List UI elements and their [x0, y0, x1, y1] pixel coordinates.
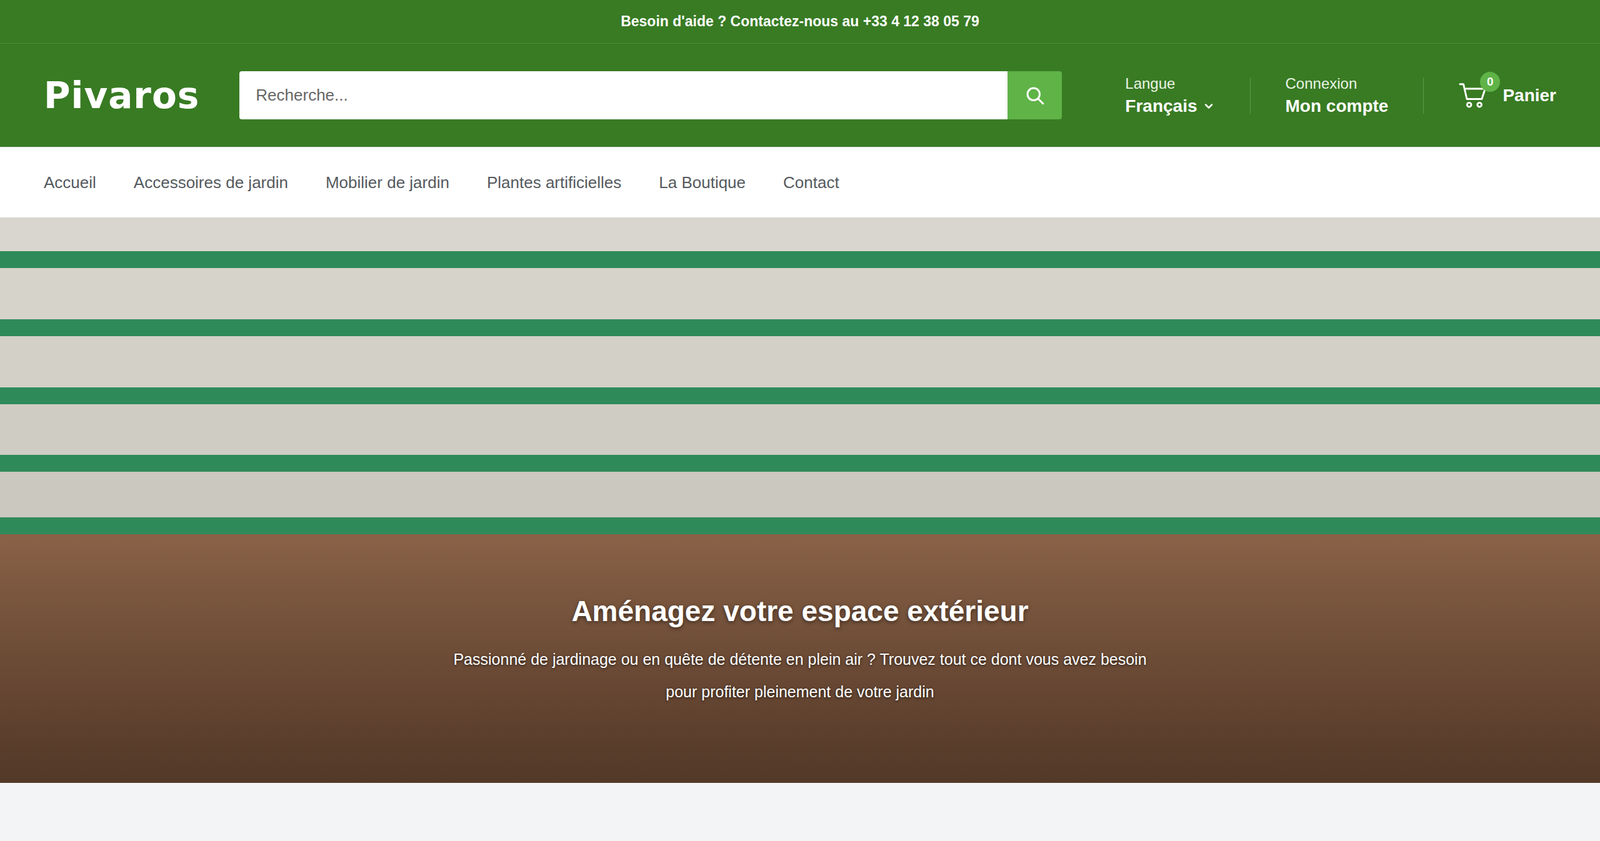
- account-link[interactable]: Connexion Mon compte: [1285, 75, 1389, 117]
- search-button[interactable]: [1007, 71, 1062, 120]
- language-value[interactable]: Français: [1125, 96, 1215, 117]
- search-bar: [239, 71, 1062, 120]
- nav-item[interactable]: Accessoires de jardin: [133, 173, 289, 193]
- logo[interactable]: Pivaros: [43, 74, 200, 117]
- hero-text: Passionné de jardinage ou en quête de dé…: [437, 643, 1163, 709]
- top-bar: Besoin d'aide ? Contactez-nous au +33 4 …: [0, 0, 1600, 44]
- search-icon: [1023, 84, 1047, 107]
- cart-count-badge: 0: [1480, 71, 1500, 92]
- cart-label[interactable]: Panier: [1502, 85, 1557, 106]
- page-background: [0, 783, 1600, 841]
- nav-item[interactable]: La Boutique: [658, 173, 746, 193]
- language-selector[interactable]: Langue Français: [1125, 75, 1215, 117]
- language-label: Langue: [1125, 75, 1215, 93]
- help-text[interactable]: Besoin d'aide ? Contactez-nous au +33 4 …: [620, 13, 980, 30]
- cart-link[interactable]: 0 Panier: [1458, 81, 1557, 110]
- account-label: Connexion: [1285, 75, 1389, 93]
- nav-item[interactable]: Accueil: [43, 173, 97, 193]
- nav-item[interactable]: Mobilier de jardin: [325, 173, 450, 193]
- divider: [1423, 77, 1424, 114]
- nav-item[interactable]: Contact: [783, 173, 840, 193]
- nav-item[interactable]: Plantes artificielles: [486, 173, 622, 193]
- cart-icon-wrap: 0: [1458, 81, 1489, 110]
- main-nav: Accueil Accessoires de jardin Mobilier de …: [0, 146, 1600, 218]
- hero-banner: Aménagez votre espace extérieur Passionné…: [0, 217, 1600, 784]
- search-input[interactable]: [239, 71, 1008, 120]
- page: Besoin d'aide ? Contactez-nous au +33 4 …: [0, 0, 1600, 841]
- hero-content: Aménagez votre espace extérieur Passionné…: [437, 594, 1163, 784]
- divider: [1250, 77, 1251, 114]
- account-value[interactable]: Mon compte: [1285, 96, 1389, 117]
- header-tools: Langue Français Connexion Mon compte 0 Panie…: [1125, 75, 1557, 117]
- header: Pivaros Langue Français Connexion Mon compt…: [0, 43, 1600, 147]
- chevron-down-icon: [1202, 100, 1215, 113]
- hero-title: Aménagez votre espace extérieur: [571, 594, 1029, 629]
